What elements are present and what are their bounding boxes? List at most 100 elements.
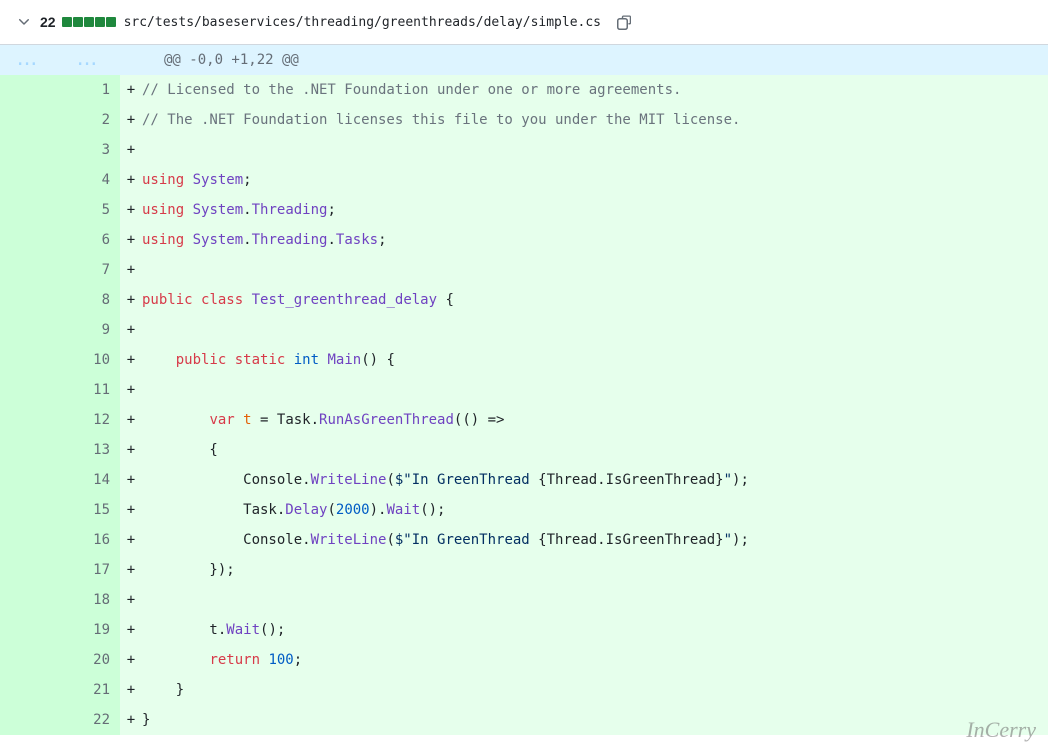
- new-line-number[interactable]: 14: [60, 465, 120, 495]
- diffstat-add-block: [73, 17, 83, 27]
- new-line-number[interactable]: 17: [60, 555, 120, 585]
- old-line-number[interactable]: [0, 345, 60, 375]
- code-cell[interactable]: [142, 585, 1048, 615]
- code-cell[interactable]: t.Wait();: [142, 615, 1048, 645]
- diff-line-added: 21+ }: [0, 675, 1048, 705]
- new-line-number[interactable]: 13: [60, 435, 120, 465]
- code-cell[interactable]: using System.Threading;: [142, 195, 1048, 225]
- old-line-number[interactable]: [0, 585, 60, 615]
- addition-marker: +: [120, 285, 142, 315]
- diff-line-added: 3+: [0, 135, 1048, 165]
- new-line-number[interactable]: 2: [60, 105, 120, 135]
- diff-line-added: 4+using System;: [0, 165, 1048, 195]
- new-line-number[interactable]: 7: [60, 255, 120, 285]
- new-line-number[interactable]: 22: [60, 705, 120, 735]
- code-cell[interactable]: });: [142, 555, 1048, 585]
- expand-icon[interactable]: ...: [0, 45, 60, 75]
- chevron-down-icon[interactable]: [16, 14, 32, 30]
- addition-marker: +: [120, 255, 142, 285]
- diff-line-added: 1+// Licensed to the .NET Foundation und…: [0, 75, 1048, 105]
- code-cell[interactable]: [142, 315, 1048, 345]
- code-cell[interactable]: }: [142, 675, 1048, 705]
- diffstat-add-block: [95, 17, 105, 27]
- addition-marker: +: [120, 135, 142, 165]
- old-line-number[interactable]: [0, 375, 60, 405]
- code-cell[interactable]: return 100;: [142, 645, 1048, 675]
- code-cell[interactable]: Console.WriteLine($"In GreenThread {Thre…: [142, 525, 1048, 555]
- addition-marker: +: [120, 435, 142, 465]
- code-cell[interactable]: [142, 255, 1048, 285]
- expand-icon[interactable]: ...: [60, 45, 120, 75]
- old-line-number[interactable]: [0, 435, 60, 465]
- old-line-number[interactable]: [0, 465, 60, 495]
- new-line-number[interactable]: 6: [60, 225, 120, 255]
- code-cell[interactable]: using System;: [142, 165, 1048, 195]
- old-line-number[interactable]: [0, 615, 60, 645]
- new-line-number[interactable]: 8: [60, 285, 120, 315]
- code-cell[interactable]: }: [142, 705, 1048, 735]
- old-line-number[interactable]: [0, 135, 60, 165]
- new-line-number[interactable]: 11: [60, 375, 120, 405]
- diff-line-added: 7+: [0, 255, 1048, 285]
- code-cell[interactable]: // Licensed to the .NET Foundation under…: [142, 75, 1048, 105]
- old-line-number[interactable]: [0, 675, 60, 705]
- new-line-number[interactable]: 9: [60, 315, 120, 345]
- code-cell[interactable]: public static int Main() {: [142, 345, 1048, 375]
- addition-marker: +: [120, 615, 142, 645]
- old-line-number[interactable]: [0, 255, 60, 285]
- new-line-number[interactable]: 21: [60, 675, 120, 705]
- code-cell[interactable]: Console.WriteLine($"In GreenThread {Thre…: [142, 465, 1048, 495]
- diff-line-added: 18+: [0, 585, 1048, 615]
- old-line-number[interactable]: [0, 285, 60, 315]
- new-line-number[interactable]: 18: [60, 585, 120, 615]
- new-line-number[interactable]: 10: [60, 345, 120, 375]
- new-line-number[interactable]: 3: [60, 135, 120, 165]
- old-line-number[interactable]: [0, 705, 60, 735]
- code-cell[interactable]: {: [142, 435, 1048, 465]
- old-line-number[interactable]: [0, 315, 60, 345]
- new-line-number[interactable]: 16: [60, 525, 120, 555]
- new-line-number[interactable]: 19: [60, 615, 120, 645]
- diff-line-added: 12+ var t = Task.RunAsGreenThread(() =>: [0, 405, 1048, 435]
- code-cell[interactable]: public class Test_greenthread_delay {: [142, 285, 1048, 315]
- old-line-number[interactable]: [0, 405, 60, 435]
- old-line-number[interactable]: [0, 195, 60, 225]
- diff-line-added: 16+ Console.WriteLine($"In GreenThread {…: [0, 525, 1048, 555]
- diff-line-added: 2+// The .NET Foundation licenses this f…: [0, 105, 1048, 135]
- old-line-number[interactable]: [0, 75, 60, 105]
- code-cell[interactable]: [142, 135, 1048, 165]
- diff-line-added: 17+ });: [0, 555, 1048, 585]
- diff-line-added: 13+ {: [0, 435, 1048, 465]
- addition-marker: +: [120, 585, 142, 615]
- old-line-number[interactable]: [0, 645, 60, 675]
- diff-line-added: 15+ Task.Delay(2000).Wait();: [0, 495, 1048, 525]
- code-cell[interactable]: var t = Task.RunAsGreenThread(() =>: [142, 405, 1048, 435]
- old-line-number[interactable]: [0, 165, 60, 195]
- new-line-number[interactable]: 1: [60, 75, 120, 105]
- old-line-number[interactable]: [0, 495, 60, 525]
- diffstat-add-block: [62, 17, 72, 27]
- code-cell[interactable]: Task.Delay(2000).Wait();: [142, 495, 1048, 525]
- old-line-number[interactable]: [0, 225, 60, 255]
- new-line-number[interactable]: 4: [60, 165, 120, 195]
- copy-path-button[interactable]: [611, 8, 639, 36]
- addition-marker: +: [120, 405, 142, 435]
- diff-line-count: 22: [40, 14, 56, 30]
- diff-line-added: 20+ return 100;: [0, 645, 1048, 675]
- new-line-number[interactable]: 20: [60, 645, 120, 675]
- diff-table: ... ... @@ -0,0 +1,22 @@ 1+// Licensed t…: [0, 45, 1048, 735]
- code-cell[interactable]: // The .NET Foundation licenses this fil…: [142, 105, 1048, 135]
- addition-marker: +: [120, 105, 142, 135]
- new-line-number[interactable]: 15: [60, 495, 120, 525]
- code-cell[interactable]: [142, 375, 1048, 405]
- old-line-number[interactable]: [0, 555, 60, 585]
- old-line-number[interactable]: [0, 105, 60, 135]
- addition-marker: +: [120, 495, 142, 525]
- diff-line-added: 19+ t.Wait();: [0, 615, 1048, 645]
- new-line-number[interactable]: 5: [60, 195, 120, 225]
- new-line-number[interactable]: 12: [60, 405, 120, 435]
- old-line-number[interactable]: [0, 525, 60, 555]
- file-path[interactable]: src/tests/baseservices/threading/greenth…: [124, 15, 601, 30]
- code-cell[interactable]: using System.Threading.Tasks;: [142, 225, 1048, 255]
- hunk-marker: [120, 45, 142, 75]
